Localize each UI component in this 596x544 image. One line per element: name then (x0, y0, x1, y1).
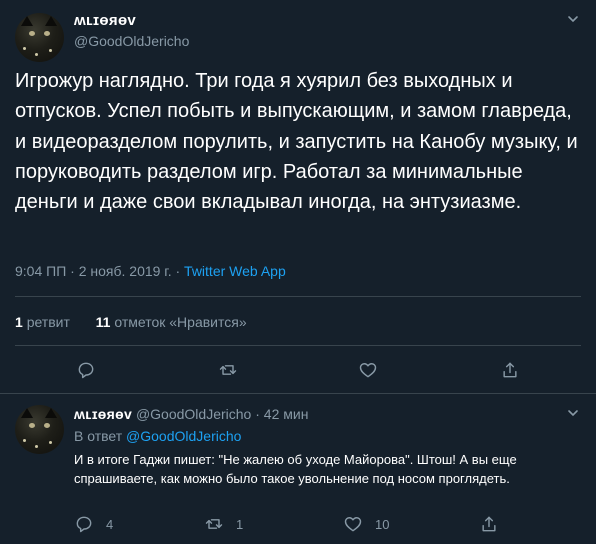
reply-to-prefix: В ответ (74, 428, 127, 444)
reply-header: ʍʟɪɵяɵv @GoodOldJericho · 42 мин (74, 406, 308, 422)
tweet-text: Игрожур наглядно. Три года я хуярил без … (15, 70, 578, 214)
avatar[interactable] (15, 13, 64, 62)
reply-count: 4 (106, 516, 114, 532)
reply-text: И в итоге Гаджи пишет: "Не жалею об уход… (74, 452, 517, 486)
retweets-label: ретвит (26, 314, 70, 330)
retweet-icon (205, 519, 223, 529)
reply-author-name[interactable]: ʍʟɪɵяɵv (74, 406, 132, 422)
divider (0, 393, 596, 394)
reply-like-button[interactable]: 10 (343, 514, 389, 534)
chevron-down-icon[interactable] (566, 406, 580, 423)
likes-count: 11 (95, 314, 111, 330)
share-button[interactable] (500, 360, 520, 380)
reply-to-mention[interactable]: @GoodOldJericho (126, 428, 241, 444)
reply-age[interactable]: · 42 мин (255, 406, 308, 422)
heart-icon (344, 517, 362, 532)
retweets-count: 1 (15, 314, 23, 330)
author-handle[interactable]: @GoodOldJericho (74, 33, 189, 49)
chevron-down-icon[interactable] (566, 12, 580, 29)
reply-to-line: В ответ @GoodOldJericho (74, 428, 241, 444)
like-count: 10 (375, 516, 390, 532)
reply-button[interactable] (76, 360, 96, 380)
tweet-time[interactable]: 9:04 ПП · 2 нояб. 2019 г. · (15, 263, 184, 279)
reply-author-handle[interactable]: @GoodOldJericho (136, 406, 251, 422)
heart-icon (359, 363, 377, 378)
share-icon (482, 516, 496, 532)
reply-avatar[interactable] (15, 405, 64, 454)
retweet-button[interactable] (218, 360, 238, 380)
retweets-stat[interactable]: 1 ретвит (15, 314, 70, 330)
author-name[interactable]: ʍʟɪɵяɵv (74, 12, 136, 29)
divider (15, 296, 581, 297)
likes-stat[interactable]: 11 отметок «Нравится» (96, 314, 247, 330)
reply-retweet-button[interactable]: 1 (204, 514, 243, 534)
tweet-meta: 9:04 ПП · 2 нояб. 2019 г. · Twitter Web … (15, 263, 286, 279)
likes-label: отметок «Нравится» (114, 314, 247, 330)
divider (15, 345, 581, 346)
retweet-count: 1 (236, 516, 244, 532)
reply-share-button[interactable] (479, 514, 499, 534)
like-button[interactable] (358, 360, 378, 380)
tweet-stats: 1 ретвит 11 отметок «Нравится» (15, 314, 247, 330)
retweet-icon (219, 365, 237, 375)
reply-reply-button[interactable]: 4 (74, 514, 113, 534)
source-app-link[interactable]: Twitter Web App (184, 263, 286, 279)
share-icon (503, 362, 517, 378)
reply-icon (76, 516, 92, 533)
reply-icon (78, 362, 94, 379)
